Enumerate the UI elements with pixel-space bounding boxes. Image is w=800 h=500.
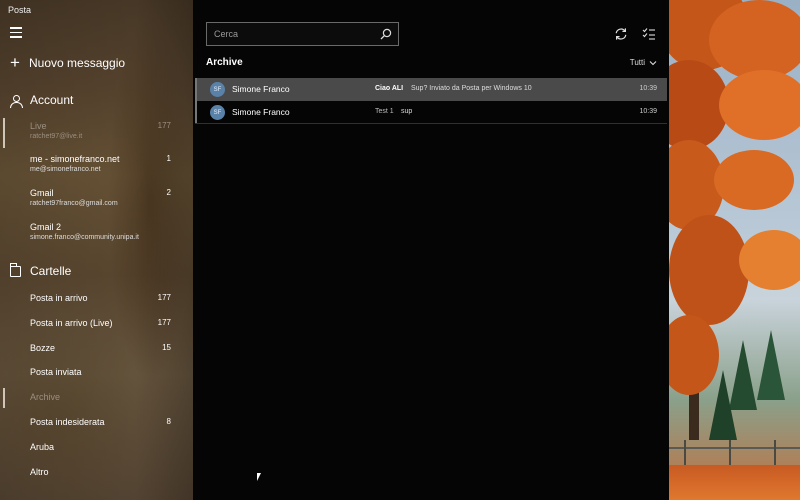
filter-dropdown[interactable]: Tutti xyxy=(630,58,657,67)
message-sender: Simone Franco xyxy=(232,107,290,117)
folder-count: 177 xyxy=(157,293,171,302)
sidebar: Posta + Nuovo messaggio Account Live rat… xyxy=(0,0,193,500)
folder-icon xyxy=(10,262,21,277)
person-icon xyxy=(10,94,23,108)
folder-item-inbox-live[interactable]: Posta in arrivo (Live) 177 xyxy=(0,316,193,332)
mouse-cursor xyxy=(257,473,261,481)
folder-item-drafts[interactable]: Bozze 15 xyxy=(0,341,193,357)
message-preview: sup xyxy=(401,108,413,115)
folder-name: Archive xyxy=(30,392,61,402)
account-email: me@simonefranco.net xyxy=(30,166,101,173)
folder-item-archive[interactable]: Archive xyxy=(0,388,193,408)
hamburger-icon[interactable] xyxy=(10,27,22,39)
account-name: Gmail xyxy=(30,188,54,198)
account-name: me - simonefranco.net xyxy=(30,154,120,164)
account-item-live[interactable]: Live ratchet97@live.it 177 xyxy=(0,118,193,149)
account-count: 177 xyxy=(157,121,171,130)
folder-name: Aruba xyxy=(30,442,55,452)
folder-item-inbox[interactable]: Posta in arrivo 177 xyxy=(0,291,193,307)
folder-name: Posta inviata xyxy=(30,367,82,377)
accounts-header[interactable]: Account xyxy=(10,92,73,108)
folder-name: Posta in arrivo xyxy=(30,293,88,303)
account-count: 2 xyxy=(166,188,171,197)
folder-count: 8 xyxy=(166,417,171,426)
folder-item-other[interactable]: Altro xyxy=(0,465,193,481)
select-mode-icon[interactable] xyxy=(642,27,656,41)
folder-count: 177 xyxy=(157,318,171,327)
filter-label: Tutti xyxy=(629,58,645,67)
message-time: 10:39 xyxy=(639,85,657,92)
account-email: ratchet97franco@gmail.com xyxy=(30,200,118,207)
message-row[interactable]: SF Simone Franco Test 1 sup 10:39 xyxy=(195,101,667,124)
folder-item-aruba[interactable]: Aruba xyxy=(0,440,193,456)
folder-name: Posta in arrivo (Live) xyxy=(30,318,113,328)
account-item-gmail-2[interactable]: Gmail 2 simone.franco@community.unipa.it xyxy=(0,222,193,250)
message-sender: Simone Franco xyxy=(232,84,290,94)
new-message-label: Nuovo messaggio xyxy=(29,56,126,70)
folders-header-label: Cartelle xyxy=(30,264,72,278)
message-subject: Test 1 xyxy=(375,108,394,115)
account-name: Gmail 2 xyxy=(30,222,62,232)
account-name: Live xyxy=(30,121,47,131)
search-input[interactable] xyxy=(207,23,377,45)
chevron-down-icon xyxy=(649,60,657,65)
plus-icon: + xyxy=(10,53,20,72)
message-time: 10:39 xyxy=(639,108,657,115)
folder-title: Archive xyxy=(206,57,243,68)
account-item-gmail[interactable]: Gmail ratchet97franco@gmail.com 2 xyxy=(0,188,193,216)
accounts-header-label: Account xyxy=(30,93,74,107)
folders-header[interactable]: Cartelle xyxy=(10,262,72,279)
app-title: Posta xyxy=(8,5,32,15)
folder-item-sent[interactable]: Posta inviata xyxy=(0,365,193,381)
sync-icon[interactable] xyxy=(614,27,628,41)
folder-item-junk[interactable]: Posta indesiderata 8 xyxy=(0,415,193,431)
message-list-pane: Archive Tutti SF Simone Franco Ciao ALI … xyxy=(193,0,669,500)
search-icon[interactable] xyxy=(380,28,392,40)
folder-name: Altro xyxy=(30,467,49,477)
account-item-simonefranco[interactable]: me - simonefranco.net me@simonefranco.ne… xyxy=(0,154,193,182)
folder-name: Posta indesiderata xyxy=(30,417,105,427)
search-box xyxy=(206,22,399,46)
account-email: ratchet97@live.it xyxy=(30,133,83,140)
message-subject: Ciao ALI xyxy=(375,85,404,92)
new-message-button[interactable]: + Nuovo messaggio xyxy=(10,54,125,72)
message-row[interactable]: SF Simone Franco Ciao ALI Sup? Inviato d… xyxy=(195,78,667,101)
desktop-wallpaper xyxy=(669,0,800,500)
folder-name: Bozze xyxy=(30,343,56,353)
account-email: simone.franco@community.unipa.it xyxy=(30,234,139,241)
avatar: SF xyxy=(210,82,225,97)
message-preview: Sup? Inviato da Posta per Windows 10 xyxy=(411,85,532,92)
folder-count: 15 xyxy=(162,343,171,352)
account-count: 1 xyxy=(166,154,171,163)
avatar: SF xyxy=(210,105,225,120)
